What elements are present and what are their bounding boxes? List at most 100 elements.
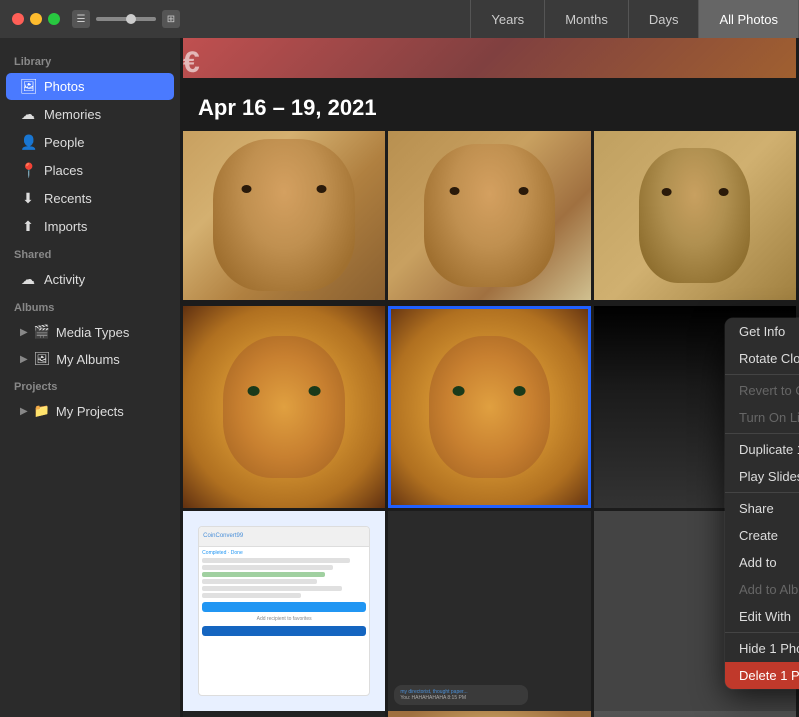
context-menu-revert-original: Revert to Original	[725, 377, 799, 404]
photo-cell-chat[interactable]: my directorist, thought paper... You: HA…	[388, 511, 590, 711]
slider-thumb	[126, 14, 136, 24]
sidebar-item-places[interactable]: 📍 Places	[6, 157, 174, 184]
ss-line-4	[202, 579, 317, 584]
photo-grid-bottom: CoinConvert99 Completed · Done Add recip…	[180, 508, 799, 708]
people-icon: 👤	[20, 134, 36, 151]
photo-cell-baby2[interactable]	[388, 131, 590, 300]
sidebar-item-imports-label: Imports	[44, 219, 87, 234]
places-icon: 📍	[20, 162, 36, 179]
baby-eye-left-2	[450, 187, 460, 195]
ss-line-3	[202, 572, 325, 577]
sidebar-item-activity[interactable]: ☁ Activity	[6, 266, 174, 293]
photo-cell-cat-selected[interactable]	[388, 306, 590, 508]
partial-photo-1[interactable]	[183, 711, 385, 717]
photo-cell-baby1[interactable]	[183, 131, 385, 300]
context-menu-revert-label: Revert to Original	[739, 383, 799, 398]
baby-eye-left-3	[661, 188, 671, 196]
app-body: Library 🖼 Photos ☁ Memories 👤 People 📍 P…	[0, 38, 799, 717]
cm-separator-4	[725, 632, 799, 633]
ss-line-2	[202, 565, 333, 570]
cm-separator-1	[725, 374, 799, 375]
baby-face-overlay-3	[594, 131, 796, 300]
baby-eyes-1	[242, 185, 327, 193]
context-menu-rotate-label: Rotate Clockwise	[739, 351, 799, 366]
sidebar-item-places-label: Places	[44, 163, 83, 178]
sidebar-item-my-projects-label: My Projects	[56, 404, 124, 419]
sidebar-item-people-label: People	[44, 135, 84, 150]
ss-line-6	[202, 593, 300, 598]
close-button[interactable]	[12, 13, 24, 25]
cat-eye-left-2	[453, 386, 465, 396]
sidebar-item-recents[interactable]: ⬇ Recents	[6, 185, 174, 212]
tab-years[interactable]: Years	[470, 0, 545, 38]
context-menu-slideshow-label: Play Slideshow	[739, 469, 799, 484]
photos-icon: 🖼	[20, 78, 36, 95]
sidebar-item-my-albums[interactable]: ▶ 🖼 My Albums	[6, 346, 174, 372]
context-menu-hide-label: Hide 1 Photo	[739, 641, 799, 656]
context-menu-slideshow[interactable]: Play Slideshow	[725, 463, 799, 490]
sidebar-item-media-types-label: Media Types	[56, 325, 129, 340]
sidebar-item-my-projects[interactable]: ▶ 📁 My Projects	[6, 398, 174, 424]
sidebar-item-media-types[interactable]: ▶ 🎬 Media Types	[6, 319, 174, 345]
traffic-lights	[0, 13, 60, 25]
partial-photo-3[interactable]	[594, 711, 796, 717]
cat-eye-right-1	[309, 386, 321, 396]
maximize-button[interactable]	[48, 13, 60, 25]
sidebar-item-imports[interactable]: ⬆ Imports	[6, 213, 174, 240]
sidebar-item-people[interactable]: 👤 People	[6, 129, 174, 156]
photo-cell-baby3[interactable]	[594, 131, 796, 300]
baby-face-3	[639, 148, 750, 283]
tab-days[interactable]: Days	[629, 0, 700, 38]
partial-photo-2[interactable]	[388, 711, 590, 717]
context-menu-duplicate[interactable]: Duplicate 1 Photo	[725, 436, 799, 463]
ss-action-button	[202, 626, 366, 636]
ss-content: Completed · Done Add recipient to favori…	[199, 547, 369, 643]
my-projects-icon: 📁	[34, 403, 50, 419]
photo-grid-top	[180, 131, 799, 300]
cat-eyes-row-1	[248, 386, 321, 396]
context-menu-share[interactable]: Share ▶	[725, 495, 799, 522]
zoom-slider[interactable]	[96, 17, 156, 21]
tab-months[interactable]: Months	[545, 0, 629, 38]
context-menu-create[interactable]: Create ▶	[725, 522, 799, 549]
media-types-icon: 🎬	[34, 324, 50, 340]
chevron-right-icon-2: ▶	[20, 354, 28, 365]
context-menu-delete-label: Delete 1 Photo	[739, 668, 799, 683]
context-menu-delete[interactable]: Delete 1 Photo	[725, 662, 799, 689]
context-menu-edit-with[interactable]: Edit With ▶	[725, 603, 799, 630]
baby-face-2	[424, 144, 556, 287]
baby-eyes-3	[661, 188, 728, 196]
view-tabs: Years Months Days All Photos	[470, 0, 799, 38]
split-view-button[interactable]: ⊞	[162, 10, 180, 28]
sidebar-toggle-button[interactable]: ☰	[72, 10, 90, 28]
minimize-button[interactable]	[30, 13, 42, 25]
sidebar-item-photos[interactable]: 🖼 Photos	[6, 73, 174, 100]
ss-button	[202, 602, 366, 612]
sidebar-item-memories[interactable]: ☁ Memories	[6, 101, 174, 128]
cm-separator-2	[725, 433, 799, 434]
baby-eye-right-3	[718, 188, 728, 196]
cat-face-1	[223, 336, 344, 478]
context-menu-add-to-album: Add to Album	[725, 576, 799, 603]
window-controls: ☰	[72, 10, 90, 28]
baby-eye-right-2	[519, 187, 529, 195]
chat-message: You: HAHAHAHAHA 8:15 PM	[400, 695, 521, 701]
chat-content: my directorist, thought paper... You: HA…	[394, 685, 584, 705]
baby-face-overlay-2	[388, 131, 590, 300]
cat-face-container-1	[183, 306, 385, 508]
sidebar-item-my-albums-label: My Albums	[56, 352, 120, 367]
ss-header-text: CoinConvert99	[203, 533, 243, 539]
chevron-right-icon: ▶	[20, 327, 28, 338]
photo-cell-screenshot[interactable]: CoinConvert99 Completed · Done Add recip…	[183, 511, 385, 711]
context-menu-add-album-label: Add to Album	[739, 582, 799, 597]
context-menu-rotate-clockwise[interactable]: Rotate Clockwise	[725, 345, 799, 372]
chevron-right-icon-3: ▶	[20, 406, 28, 417]
context-menu-add-to[interactable]: Add to ▶	[725, 549, 799, 576]
context-menu-hide[interactable]: Hide 1 Photo	[725, 635, 799, 662]
context-menu-add-to-label: Add to	[739, 555, 777, 570]
tab-all-photos[interactable]: All Photos	[699, 0, 799, 38]
context-menu-get-info[interactable]: Get Info	[725, 318, 799, 345]
photo-cell-cat1[interactable]	[183, 306, 385, 508]
titlebar: ☰ ⊞ Years Months Days All Photos	[0, 0, 799, 38]
ss-completed-label: Completed · Done	[202, 550, 366, 556]
